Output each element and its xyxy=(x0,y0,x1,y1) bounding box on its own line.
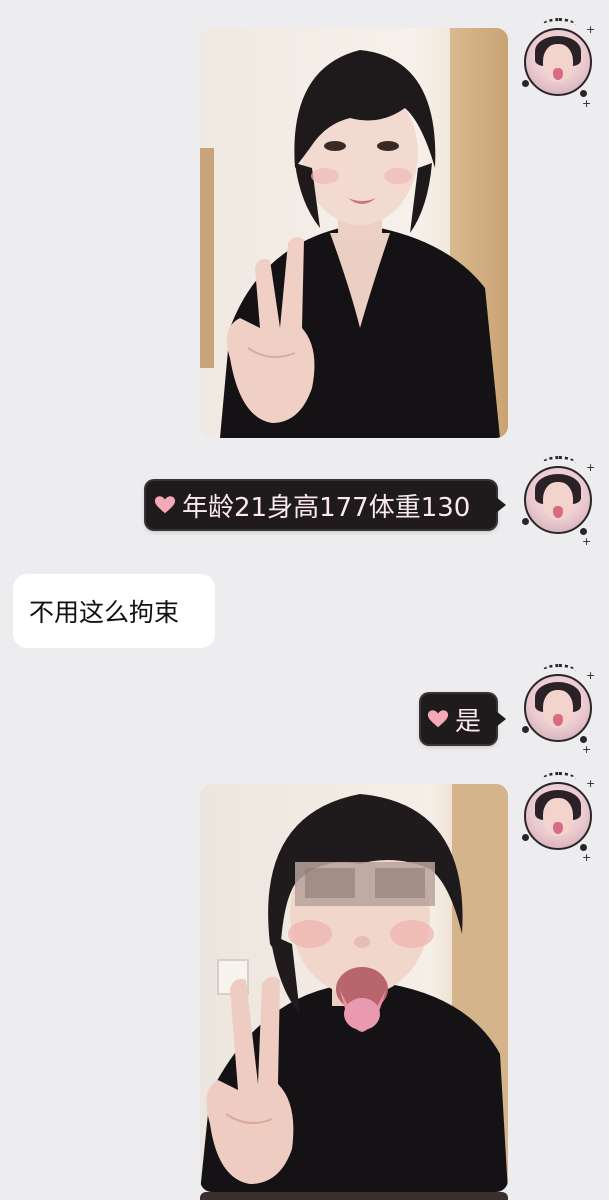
chat-message-list[interactable]: + + 年龄21身高177体重130 + + 不用这么拘束 是 + + + + xyxy=(0,0,609,1200)
user-avatar-icon[interactable]: + + xyxy=(520,456,596,547)
message-bubble[interactable]: 是 xyxy=(421,694,496,744)
image-message[interactable] xyxy=(200,784,508,1192)
image-message[interactable] xyxy=(200,28,508,438)
heart-icon xyxy=(154,496,176,514)
message-text: 年龄21身高177体重130 xyxy=(182,492,471,523)
user-avatar-icon[interactable]: + + xyxy=(520,772,596,863)
message-text: 不用这么拘束 xyxy=(29,598,180,627)
heart-icon xyxy=(427,710,449,728)
selfie-photo xyxy=(200,784,508,1192)
message-bubble[interactable]: 不用这么拘束 xyxy=(13,574,215,648)
message-bubble[interactable]: 年龄21身高177体重130 xyxy=(146,481,496,529)
user-avatar-icon[interactable]: + + xyxy=(520,664,596,755)
image-message-partial[interactable] xyxy=(200,1192,508,1200)
user-avatar-icon[interactable]: + + xyxy=(520,18,596,109)
selfie-photo xyxy=(200,28,508,438)
message-text: 是 xyxy=(455,706,482,737)
